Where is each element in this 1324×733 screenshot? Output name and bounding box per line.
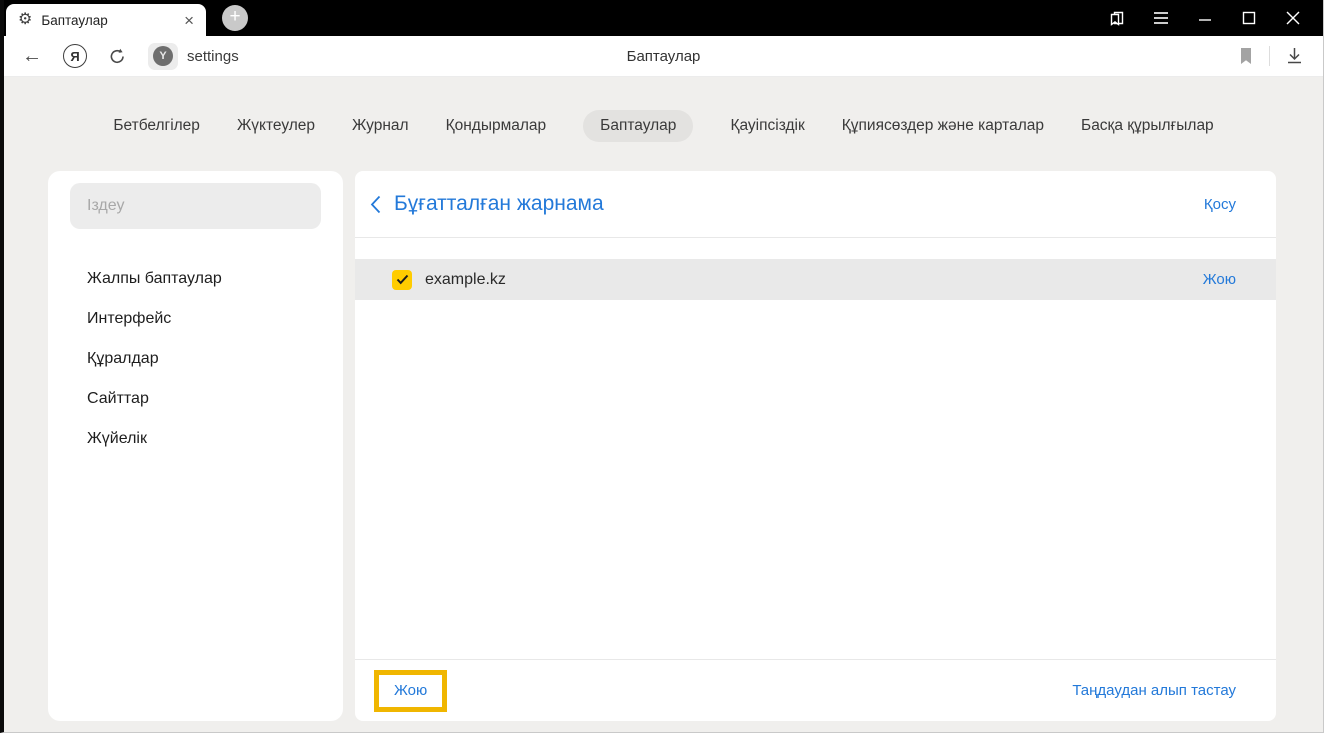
reload-icon[interactable] — [108, 47, 127, 66]
bookmark-flag-icon[interactable] — [1239, 47, 1253, 65]
sidebar-item-sites[interactable]: Сайттар — [87, 379, 321, 419]
panel-header: Бұғатталған жарнама Қосу — [355, 171, 1276, 238]
browser-tab[interactable]: ⚙ Баптаулар × — [6, 4, 206, 36]
add-button[interactable]: Қосу — [1204, 196, 1236, 213]
site-name: example.kz — [425, 270, 506, 288]
delete-selected-button[interactable]: Жою — [394, 682, 427, 699]
address-bar[interactable]: Y settings — [148, 42, 239, 70]
nav-history[interactable]: Журнал — [352, 110, 409, 142]
sidebar-item-system[interactable]: Жүйелік — [87, 419, 321, 459]
toolbar: ← Я Y settings Баптаулар — [4, 36, 1323, 77]
browser-window: ⚙ Баптаулар × + ← Я Y settings Баптаулар… — [0, 0, 1324, 733]
menu-icon[interactable] — [1139, 0, 1183, 36]
deselect-button[interactable]: Таңдаудан алып тастау — [1072, 682, 1236, 699]
settings-sidebar: Жалпы баптаулар Интерфейс Құралдар Сайтт… — [48, 171, 343, 721]
sidebar-item-tools[interactable]: Құралдар — [87, 339, 321, 379]
tab-title: Баптаулар — [41, 12, 108, 28]
minimize-icon[interactable] — [1183, 0, 1227, 36]
nav-extensions[interactable]: Қондырмалар — [446, 110, 547, 142]
tab-close-icon[interactable]: × — [184, 12, 194, 29]
protect-icon: Y — [153, 46, 173, 66]
blocked-ads-panel: Бұғатталған жарнама Қосу example.kz Жою — [355, 171, 1276, 721]
empty-space — [355, 300, 1276, 659]
sidebar-list: Жалпы баптаулар Интерфейс Құралдар Сайтт… — [87, 259, 321, 459]
maximize-icon[interactable] — [1227, 0, 1271, 36]
blocked-site-row[interactable]: example.kz Жою — [355, 259, 1276, 300]
close-window-icon[interactable] — [1271, 0, 1315, 36]
toolbar-left: ← Я Y settings — [4, 42, 239, 70]
delete-highlight-box: Жою — [374, 669, 448, 712]
toolbar-right — [1239, 46, 1323, 66]
panel-title: Бұғатталған жарнама — [394, 192, 604, 215]
titlebar: ⚙ Баптаулар × + — [4, 0, 1323, 36]
nav-other-devices[interactable]: Басқа құрылғылар — [1081, 110, 1214, 142]
yandex-logo-icon[interactable]: Я — [63, 44, 87, 68]
downloads-icon[interactable] — [1286, 47, 1303, 65]
tab-panels-icon[interactable] — [1095, 0, 1139, 36]
settings-nav: Бетбелгілер Жүктеулер Журнал Қондырмалар… — [4, 110, 1323, 142]
settings-gear-icon: ⚙ — [18, 11, 33, 28]
settings-page: Бетбелгілер Жүктеулер Журнал Қондырмалар… — [4, 77, 1323, 732]
search-input[interactable] — [70, 183, 321, 229]
back-icon[interactable]: ← — [22, 46, 42, 66]
nav-settings[interactable]: Баптаулар — [583, 110, 694, 142]
new-tab-button[interactable]: + — [222, 5, 248, 31]
nav-passwords[interactable]: Құпиясөздер және карталар — [842, 110, 1044, 142]
back-chevron-icon[interactable] — [370, 195, 381, 214]
url-text[interactable]: settings — [187, 48, 239, 65]
window-controls — [1095, 0, 1323, 36]
protect-badge[interactable]: Y — [148, 42, 178, 70]
sidebar-item-interface[interactable]: Интерфейс — [87, 299, 321, 339]
nav-downloads[interactable]: Жүктеулер — [237, 110, 315, 142]
nav-bookmarks[interactable]: Бетбелгілер — [113, 110, 200, 142]
panel-footer: Жою Таңдаудан алып тастау — [355, 659, 1276, 721]
toolbar-divider — [1269, 46, 1270, 66]
nav-security[interactable]: Қауіпсіздік — [730, 110, 804, 142]
row-checkbox[interactable] — [392, 269, 412, 290]
sidebar-item-general[interactable]: Жалпы баптаулар — [87, 259, 321, 299]
content-row: Жалпы баптаулар Интерфейс Құралдар Сайтт… — [48, 171, 1276, 721]
row-delete-button[interactable]: Жою — [1203, 271, 1236, 288]
